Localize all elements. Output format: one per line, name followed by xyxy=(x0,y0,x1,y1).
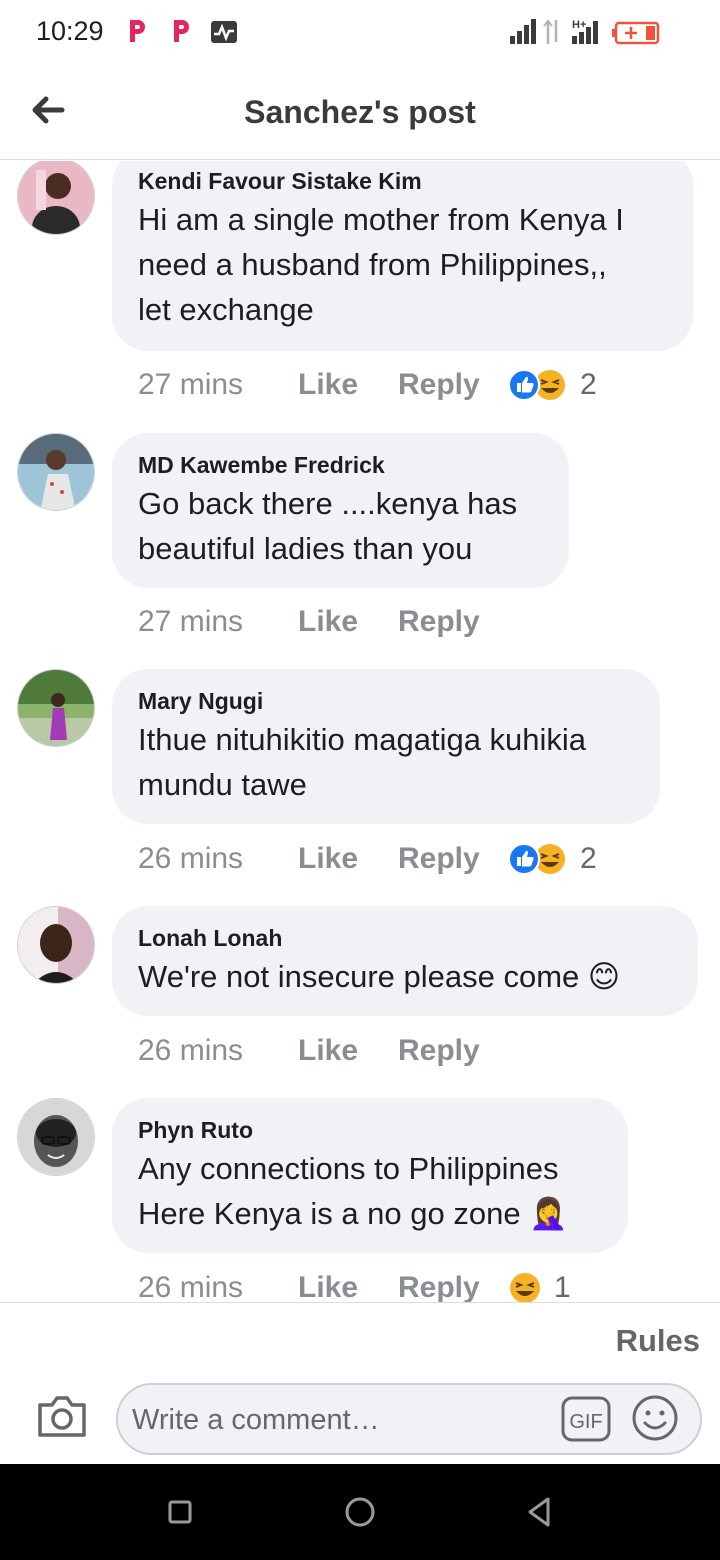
like-button[interactable]: Like xyxy=(298,842,398,876)
avatar[interactable] xyxy=(17,906,95,984)
comment-actions: 27 mins Like Reply 2 xyxy=(138,363,597,407)
activity-monitor-icon xyxy=(211,21,237,43)
reaction-count: 1 xyxy=(554,1271,571,1302)
like-haha-reaction-icons xyxy=(508,843,565,875)
comment-time[interactable]: 26 mins xyxy=(138,1034,298,1068)
recent-apps-icon[interactable] xyxy=(162,1494,198,1530)
comment-text: Go back there ....kenya has beautiful la… xyxy=(138,486,518,566)
home-icon[interactable] xyxy=(342,1494,378,1530)
comment-actions: 27 mins Like Reply xyxy=(138,600,508,644)
reactions-summary[interactable]: 2 xyxy=(508,842,597,876)
comment-author[interactable]: Phyn Ruto xyxy=(138,1114,602,1146)
emoji-icon[interactable] xyxy=(630,1393,680,1443)
hplus-signal-icon: H+ xyxy=(572,19,598,44)
rules-link[interactable]: Rules xyxy=(616,1323,700,1359)
haha-reaction-icon xyxy=(510,1273,540,1302)
comment-text: Any connections to Philippines Here Keny… xyxy=(138,1151,568,1231)
system-navigation-bar xyxy=(0,1464,720,1560)
comment-text: Hi am a single mother from Kenya I need … xyxy=(138,202,624,327)
comment-bubble[interactable]: Kendi Favour Sistake Kim Hi am a single … xyxy=(112,161,693,351)
comment-bubble[interactable]: Mary Ngugi Ithue nituhikitio magatiga ku… xyxy=(112,669,660,824)
like-button[interactable]: Like xyxy=(298,1271,398,1302)
comment-actions: 26 mins Like Reply 2 xyxy=(138,837,597,881)
avatar[interactable] xyxy=(17,1098,95,1176)
comment-text: Ithue nituhikitio magatiga kuhikia mundu… xyxy=(138,722,587,802)
like-haha-reaction-icons xyxy=(508,369,565,401)
reactions-summary[interactable]: 2 xyxy=(508,368,597,402)
reactions-summary[interactable]: 1 xyxy=(508,1271,571,1302)
reaction-count: 2 xyxy=(580,368,597,401)
comment-bubble[interactable]: Phyn Ruto Any connections to Philippines… xyxy=(112,1098,628,1253)
status-time: 10:29 xyxy=(36,16,104,46)
post-header: Sanchez's post xyxy=(0,64,720,160)
page-title: Sanchez's post xyxy=(244,94,476,130)
reply-button[interactable]: Reply xyxy=(398,605,508,639)
comments-list[interactable]: Kendi Favour Sistake Kim Hi am a single … xyxy=(0,161,720,1302)
comment-bubble[interactable]: MD Kawembe Fredrick Go back there ....ke… xyxy=(112,433,569,588)
reply-button[interactable]: Reply xyxy=(398,1271,508,1302)
reaction-count: 2 xyxy=(580,842,597,875)
like-button[interactable]: Like xyxy=(298,1034,398,1068)
app-p-notification-icon xyxy=(130,20,145,42)
status-bar: 10:29 H+ xyxy=(0,0,720,64)
comment-author[interactable]: Kendi Favour Sistake Kim xyxy=(138,165,667,197)
comment-author[interactable]: Mary Ngugi xyxy=(138,685,634,717)
svg-text:H+: H+ xyxy=(572,19,586,31)
avatar[interactable] xyxy=(17,161,95,235)
comment-author[interactable]: Lonah Lonah xyxy=(138,922,672,954)
comment-text: We're not insecure please come 😊 xyxy=(138,959,621,994)
like-button[interactable]: Like xyxy=(298,368,398,402)
comment-actions: 26 mins Like Reply 1 xyxy=(138,1266,571,1302)
back-triangle-icon[interactable] xyxy=(522,1494,558,1530)
comment-time[interactable]: 26 mins xyxy=(138,842,298,876)
data-arrows-icon xyxy=(543,19,558,44)
signal-battery-icons: H+ xyxy=(510,19,660,45)
avatar[interactable] xyxy=(17,669,95,747)
comment-author[interactable]: MD Kawembe Fredrick xyxy=(138,449,543,481)
avatar[interactable] xyxy=(17,433,95,511)
app-p-notification-icon xyxy=(174,20,189,42)
comment-time[interactable]: 27 mins xyxy=(138,605,298,639)
comment-time[interactable]: 26 mins xyxy=(138,1271,298,1302)
comment-input[interactable]: Write a comment… GIF xyxy=(116,1383,702,1455)
comment-input-placeholder: Write a comment… xyxy=(132,1404,380,1436)
comment-actions: 26 mins Like Reply xyxy=(138,1029,508,1073)
like-button[interactable]: Like xyxy=(298,605,398,639)
signal-strength-icon xyxy=(510,19,536,44)
comment-composer: Rules Write a comment… GIF xyxy=(0,1302,720,1464)
reply-button[interactable]: Reply xyxy=(398,842,508,876)
reply-button[interactable]: Reply xyxy=(398,1034,508,1068)
camera-icon[interactable] xyxy=(36,1391,88,1439)
comment-bubble[interactable]: Lonah Lonah We're not insecure please co… xyxy=(112,906,698,1016)
reply-button[interactable]: Reply xyxy=(398,368,508,402)
comment-time[interactable]: 27 mins xyxy=(138,368,298,402)
battery-icon xyxy=(612,21,660,45)
gif-label: GIF xyxy=(569,1411,602,1433)
gif-icon[interactable]: GIF xyxy=(560,1395,612,1443)
